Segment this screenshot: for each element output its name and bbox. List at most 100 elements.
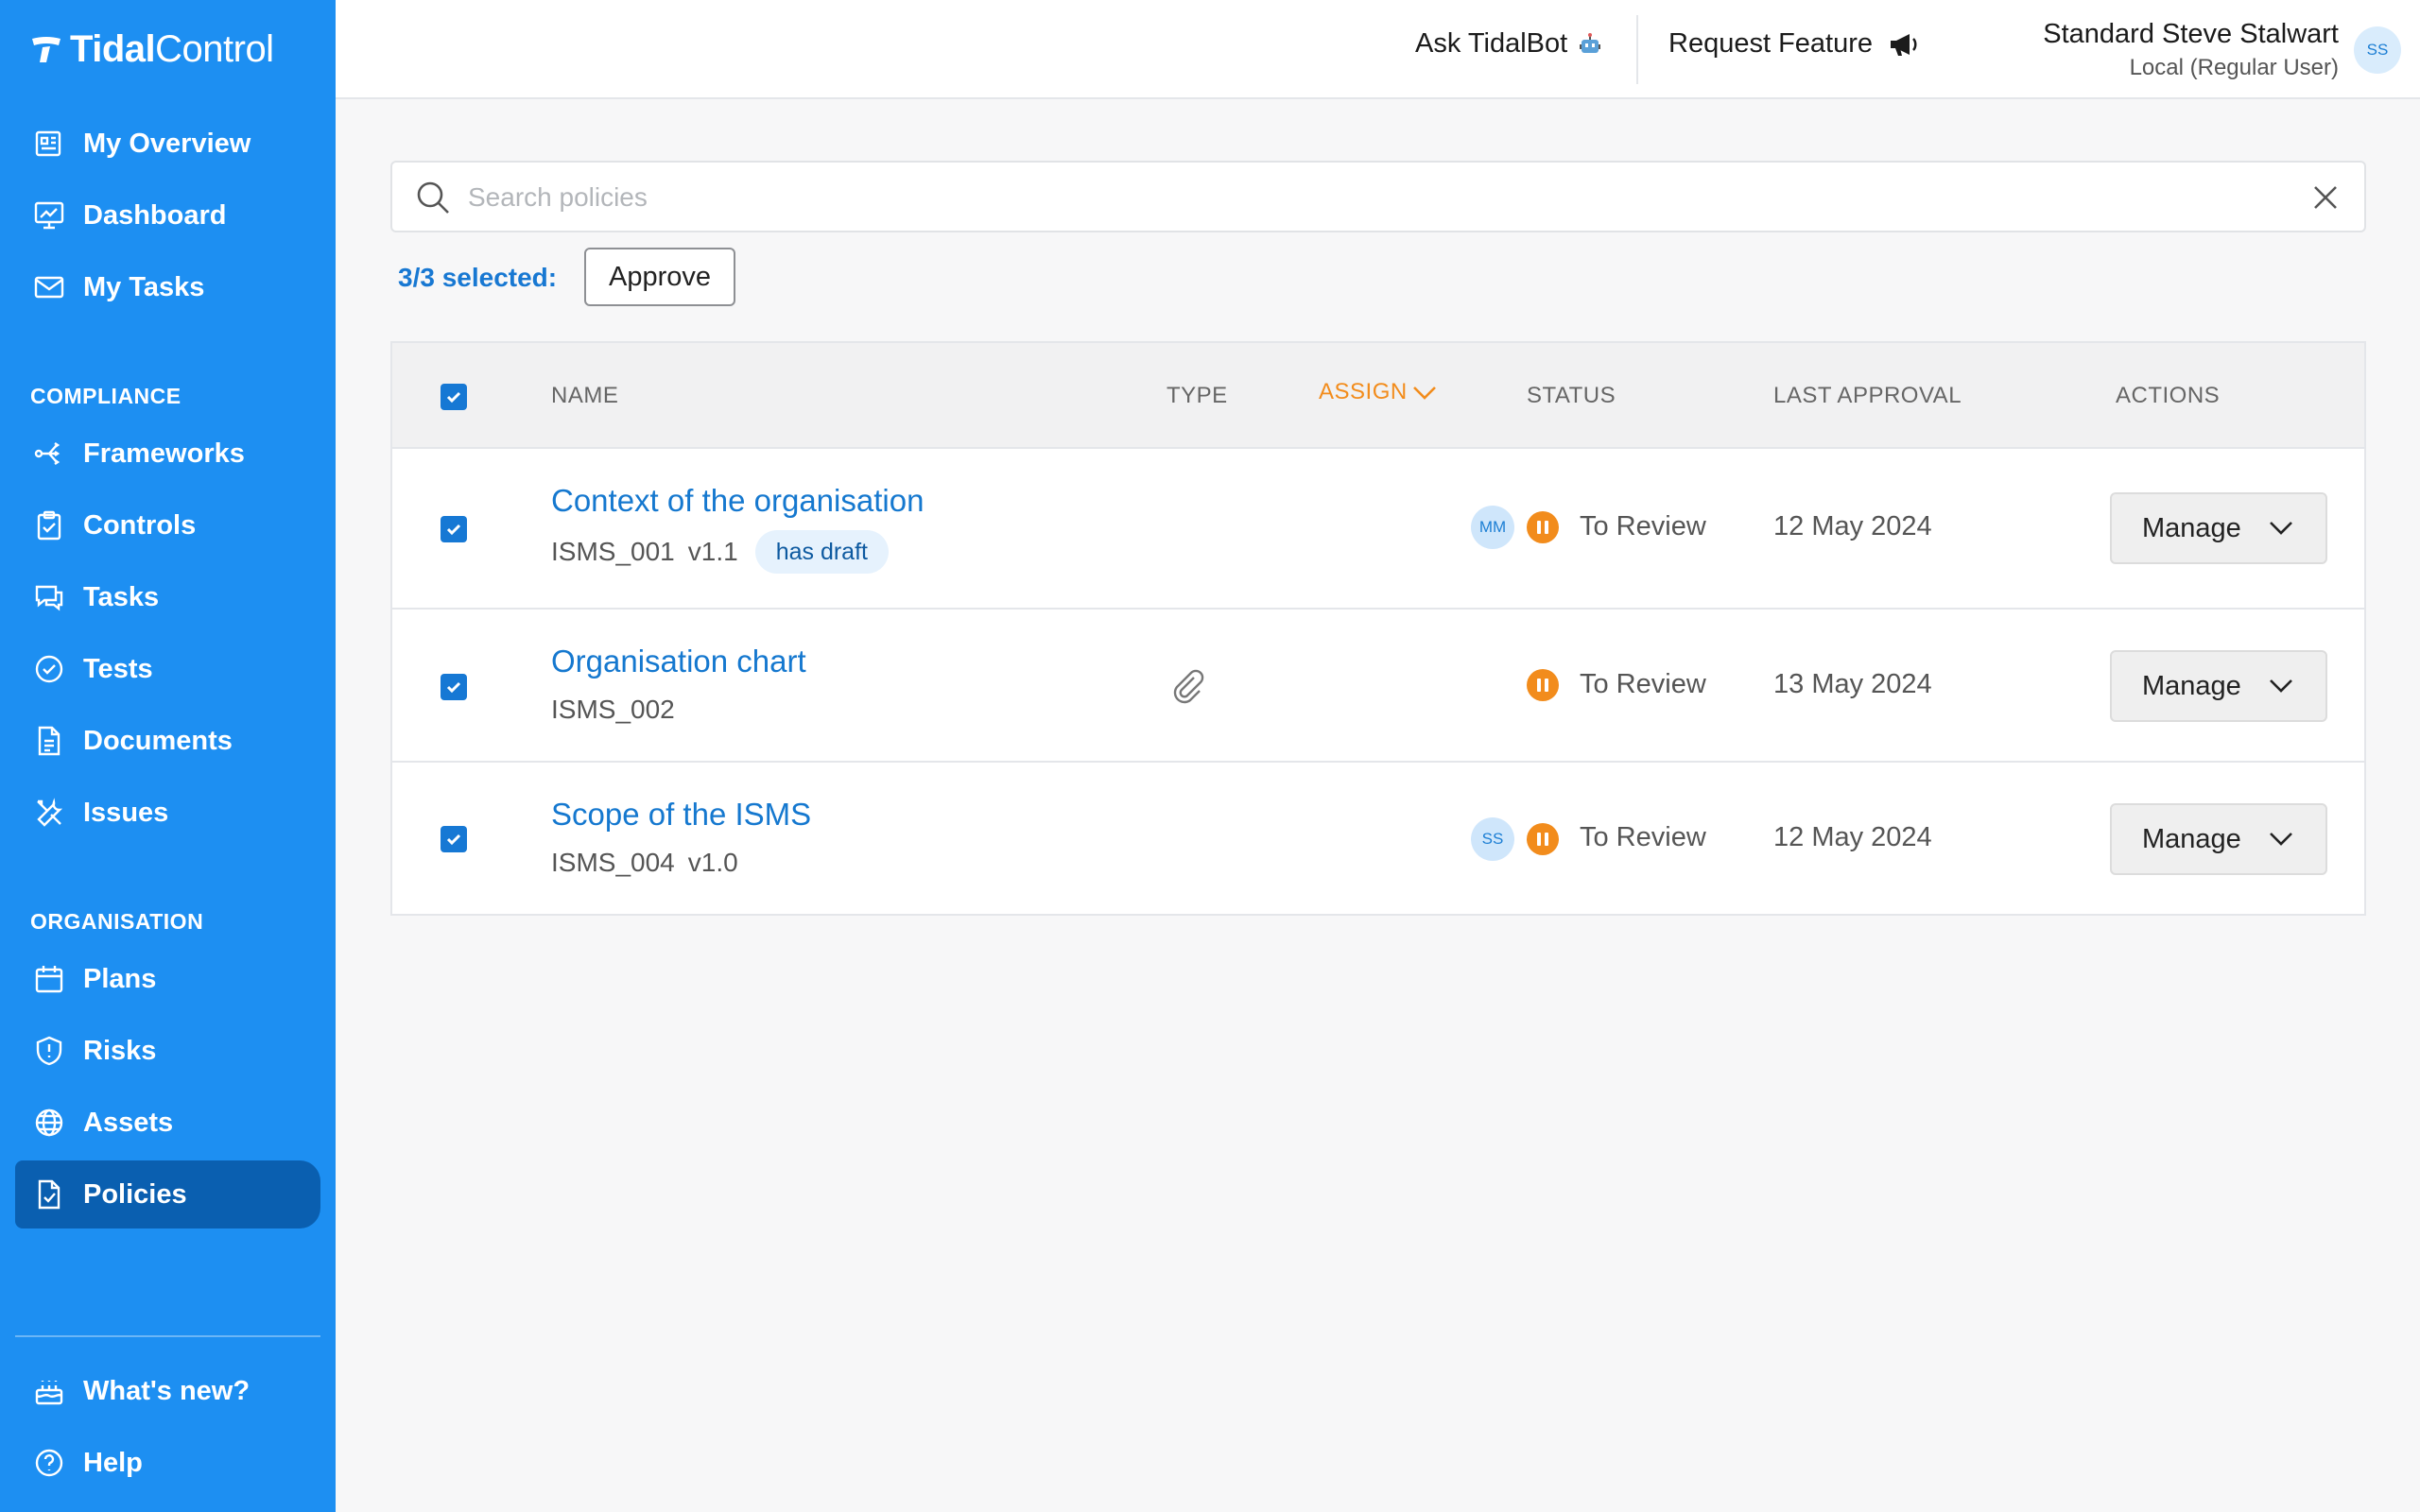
sidebar-item-documents[interactable]: Documents	[15, 707, 320, 775]
column-actions: ACTIONS	[2116, 383, 2221, 408]
tools-icon	[32, 796, 66, 830]
clear-search-icon[interactable]	[2309, 181, 2342, 214]
user-role: Local (Regular User)	[2129, 55, 2339, 80]
row-checkbox[interactable]	[441, 516, 467, 542]
last-approval-date: 13 May 2024	[1773, 669, 1932, 699]
robot-icon	[1580, 32, 1601, 53]
chevron-down-icon	[2270, 833, 2292, 846]
section-organisation: ORGANISATION	[30, 909, 204, 934]
policy-name-link[interactable]: Scope of the ISMS	[551, 797, 811, 833]
column-last-approval: LAST APPROVAL	[1773, 383, 1962, 408]
help-icon	[32, 1446, 66, 1480]
sidebar-item-tests[interactable]: Tests	[15, 635, 320, 703]
chevron-down-icon	[1412, 387, 1436, 400]
sidebar-item-tasks[interactable]: Tasks	[15, 563, 320, 631]
chevron-down-icon	[2270, 679, 2292, 693]
frameworks-icon	[32, 437, 66, 471]
table-header: NAME TYPE ASSIGN STATUS LAST APPROVAL AC…	[392, 343, 2364, 449]
cake-icon	[32, 1374, 66, 1408]
sidebar-item-label: Controls	[83, 509, 197, 541]
check-icon	[446, 833, 461, 846]
policy-version: v1.1	[687, 537, 738, 566]
status-text: To Review	[1580, 511, 1706, 541]
clipboard-check-icon	[32, 508, 66, 542]
user-avatar[interactable]: SS	[2354, 26, 2401, 74]
sidebar-item-my-tasks[interactable]: My Tasks	[15, 253, 320, 321]
sidebar-item-issues[interactable]: Issues	[15, 779, 320, 847]
logo-text-light: Control	[155, 27, 274, 70]
calendar-icon	[32, 962, 66, 996]
search-icon	[417, 181, 449, 214]
sidebar-item-policies[interactable]: Policies	[15, 1160, 320, 1228]
document-icon	[32, 724, 66, 758]
sidebar-item-label: What's new?	[83, 1375, 251, 1406]
check-icon	[446, 524, 461, 536]
app-logo[interactable]: Tidal Control	[30, 28, 274, 70]
tidal-logo-icon	[32, 37, 60, 62]
row-checkbox[interactable]	[441, 826, 467, 852]
policy-name-link[interactable]: Organisation chart	[551, 644, 806, 679]
sidebar-item-assets[interactable]: Assets	[15, 1089, 320, 1157]
sidebar-item-plans[interactable]: Plans	[15, 945, 320, 1013]
top-header: Ask TidalBot Request Feature Standard St…	[336, 0, 2420, 99]
sidebar-item-whats-new[interactable]: What's new?	[15, 1357, 320, 1425]
sidebar-item-dashboard[interactable]: Dashboard	[15, 181, 320, 249]
logo-text-bold: Tidal	[70, 27, 156, 70]
sidebar-item-help[interactable]: Help	[15, 1429, 320, 1497]
column-assign[interactable]: ASSIGN	[1319, 379, 1438, 405]
approve-button[interactable]: Approve	[584, 248, 735, 306]
policy-meta: ISMS_004 v1.0	[551, 848, 738, 878]
row-checkbox[interactable]	[441, 674, 467, 700]
manage-label: Manage	[2142, 670, 2241, 701]
chart-icon	[32, 198, 66, 232]
pause-status-icon	[1527, 823, 1559, 855]
sidebar-item-my-overview[interactable]: My Overview	[15, 110, 320, 178]
draft-badge: has draft	[754, 530, 889, 574]
status-text: To Review	[1580, 822, 1706, 852]
pause-status-icon	[1527, 511, 1559, 543]
sidebar-item-label: Plans	[83, 963, 157, 994]
table-row: Organisation chart ISMS_002 To Review 13…	[392, 610, 2364, 763]
assignee-avatar[interactable]: SS	[1471, 817, 1514, 861]
manage-button[interactable]: Manage	[2110, 650, 2327, 722]
manage-label: Manage	[2142, 512, 2241, 543]
sidebar-divider	[15, 1335, 320, 1337]
table-row: Context of the organisation ISMS_001 v1.…	[392, 449, 2364, 610]
check-icon	[446, 391, 461, 404]
manage-button[interactable]: Manage	[2110, 492, 2327, 564]
sidebar-item-label: Documents	[83, 725, 233, 756]
mail-icon	[32, 270, 66, 304]
header-separator	[1636, 15, 1638, 84]
sidebar-item-label: Issues	[83, 797, 169, 828]
select-all-checkbox[interactable]	[441, 384, 467, 410]
sidebar-item-label: Frameworks	[83, 438, 245, 469]
sidebar-item-frameworks[interactable]: Frameworks	[15, 420, 320, 488]
request-feature-label: Request Feature	[1668, 28, 1874, 59]
table-row: Scope of the ISMS ISMS_004 v1.0 SS To Re…	[392, 763, 2364, 916]
search-box	[390, 161, 2366, 232]
search-input[interactable]	[468, 172, 2264, 223]
chat-icon	[32, 580, 66, 614]
assignee-avatar[interactable]: MM	[1471, 506, 1514, 549]
request-feature-link[interactable]: Request Feature	[1668, 28, 1920, 60]
policies-table: NAME TYPE ASSIGN STATUS LAST APPROVAL AC…	[390, 341, 2366, 916]
pause-status-icon	[1527, 669, 1559, 701]
column-type: TYPE	[1167, 383, 1228, 408]
column-assign-label: ASSIGN	[1319, 379, 1408, 404]
chevron-down-icon	[2270, 522, 2292, 535]
policy-code: ISMS_004	[551, 848, 675, 877]
sidebar: Tidal Control My Overview Dashboard My Ta…	[0, 0, 336, 1512]
manage-button[interactable]: Manage	[2110, 803, 2327, 875]
sidebar-item-label: Tasks	[83, 581, 160, 612]
check-circle-icon	[32, 652, 66, 686]
sidebar-item-label: Risks	[83, 1035, 157, 1066]
ask-tidalbot-link[interactable]: Ask TidalBot	[1415, 28, 1603, 60]
sidebar-item-label: My Tasks	[83, 271, 205, 302]
policy-meta: ISMS_001 v1.1 has draft	[551, 530, 889, 574]
column-status: STATUS	[1527, 383, 1616, 408]
policy-name-link[interactable]: Context of the organisation	[551, 483, 924, 519]
policy-version: v1.0	[687, 848, 738, 877]
sidebar-item-risks[interactable]: Risks	[15, 1017, 320, 1085]
user-name[interactable]: Standard Steve Stalwart	[2043, 19, 2339, 50]
sidebar-item-controls[interactable]: Controls	[15, 491, 320, 559]
